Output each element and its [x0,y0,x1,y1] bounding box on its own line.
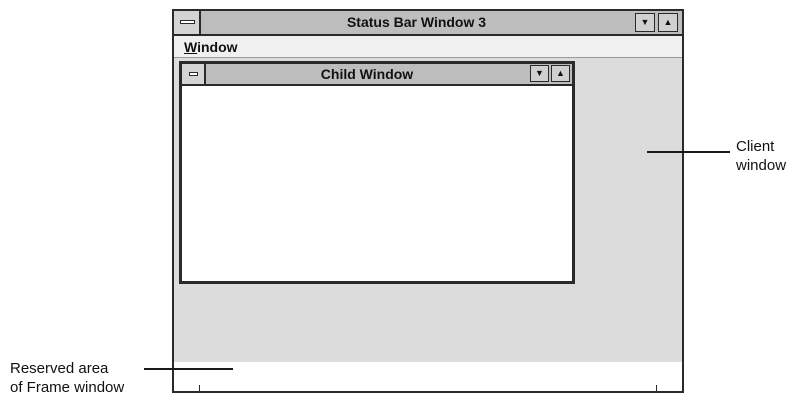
border-tick [199,385,200,391]
system-menu-icon [180,20,195,24]
frame-minimize-button[interactable]: ▼ [635,13,655,32]
down-triangle-icon: ▼ [640,17,650,27]
client-window[interactable]: Child Window ▼ ▲ [174,59,682,362]
system-menu-icon [189,72,198,76]
menu-item-window[interactable]: Window [184,38,238,56]
client-window-label: Client window [736,137,786,175]
child-maximize-button[interactable]: ▲ [551,65,570,82]
frame-window: Status Bar Window 3 ▼ ▲ Window Child Win… [172,9,684,393]
callout-line: of Frame window [10,379,125,396]
up-triangle-icon: ▲ [663,17,673,27]
frame-menu-bar: Window [174,36,682,58]
frame-title-bar[interactable]: Status Bar Window 3 ▼ ▲ [174,11,682,36]
child-client-area[interactable] [182,86,572,281]
reserved-area-label: Reserved area of Frame window [10,359,145,397]
callout-line: Reserved area [10,360,109,377]
callout-line: window [736,157,787,174]
up-triangle-icon: ▲ [556,68,565,78]
child-system-menu-button[interactable] [182,64,206,84]
reserved-area [174,362,682,391]
child-title-bar[interactable]: Child Window ▼ ▲ [182,64,572,86]
child-minimize-button[interactable]: ▼ [530,65,549,82]
down-triangle-icon: ▼ [535,68,544,78]
menu-accelerator: W [184,39,198,55]
child-window[interactable]: Child Window ▼ ▲ [179,61,575,284]
callout-line: Client [736,138,775,155]
client-leader-line [647,151,730,153]
border-tick [656,385,657,391]
menu-label: indow [197,39,238,55]
frame-maximize-button[interactable]: ▲ [658,13,678,32]
reserved-leader-line [144,368,233,370]
frame-system-menu-button[interactable] [174,11,201,34]
child-title: Child Window [320,66,414,82]
frame-title: Status Bar Window 3 [346,14,487,30]
